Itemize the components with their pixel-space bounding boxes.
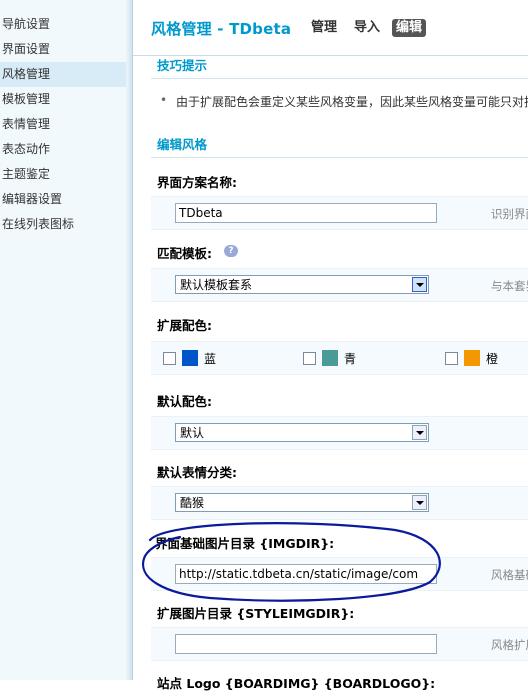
page-header: 风格管理 - TDbeta 管理 导入 编辑 — [133, 0, 528, 56]
ext-color-option-cyan: 青 — [303, 350, 356, 366]
styleimgdir-hint: 风格扩展图 — [491, 638, 528, 652]
chevron-down-icon[interactable] — [412, 425, 427, 440]
styleimgdir-label: 扩展图片目录 {STYLEIMGDIR}: — [157, 606, 355, 621]
color-swatch-blue — [182, 350, 198, 366]
default-color-label: 默认配色: — [157, 394, 212, 409]
smiley-category-label: 默认表情分类: — [157, 465, 237, 480]
sidebar-item-nav-settings[interactable]: 导航设置 — [0, 12, 126, 37]
scheme-name-input[interactable]: TDbeta — [175, 203, 437, 223]
sidebar-item-thread-stamp[interactable]: 主题鉴定 — [0, 162, 126, 187]
edit-style-heading: 编辑风格 — [151, 132, 528, 158]
scheme-name-hint: 识别界面风 — [491, 207, 528, 221]
sidebar-item-ui-settings[interactable]: 界面设置 — [0, 37, 126, 62]
imgdir-row: http://static.tdbeta.cn/static/image/com… — [151, 557, 528, 591]
help-icon[interactable]: ? — [224, 245, 238, 257]
template-hint: 与本套界面 — [491, 279, 528, 293]
template-select-value: 默认模板套系 — [180, 278, 253, 292]
color-swatch-orange — [464, 350, 480, 366]
imgdir-input[interactable]: http://static.tdbeta.cn/static/image/com — [175, 564, 437, 584]
template-row: 默认模板套系 与本套界面 — [151, 268, 528, 302]
sidebar-item-click-actions[interactable]: 表态动作 — [0, 137, 126, 162]
ext-colors-label: 扩展配色: — [157, 318, 212, 333]
bullet-icon: • — [160, 93, 168, 107]
page-title: 风格管理 - TDbeta — [151, 20, 292, 38]
logo-label: 站点 Logo {BOARDIMG} {BOARDLOGO}: — [157, 676, 436, 691]
ext-color-name-orange: 橙 — [486, 351, 499, 366]
ext-color-name-cyan: 青 — [344, 351, 357, 366]
chevron-down-icon[interactable] — [412, 495, 427, 510]
ext-color-option-orange: 橙 — [445, 350, 498, 366]
sidebar-item-template-manage[interactable]: 模板管理 — [0, 87, 126, 112]
default-color-row: 默认 — [151, 416, 528, 450]
template-label: 匹配模板: — [157, 246, 212, 261]
default-color-select[interactable]: 默认 — [175, 423, 429, 442]
styleimgdir-input[interactable] — [175, 634, 437, 654]
sidebar-item-smiley-manage[interactable]: 表情管理 — [0, 112, 126, 137]
scheme-name-row: TDbeta 识别界面风 — [151, 196, 528, 230]
default-color-select-value: 默认 — [180, 426, 205, 440]
smiley-category-select[interactable]: 酷猴 — [175, 493, 429, 512]
sidebar-item-editor-settings[interactable]: 编辑器设置 — [0, 187, 126, 212]
smiley-category-row: 酷猴 — [151, 486, 528, 520]
tip-text: 由于扩展配色会重定义某些风格变量，因此某些风格变量可能只对扩 — [176, 95, 528, 109]
sidebar-item-online-icons[interactable]: 在线列表图标 — [0, 212, 126, 237]
template-select[interactable]: 默认模板套系 — [175, 275, 429, 294]
imgdir-label: 界面基础图片目录 {IMGDIR}: — [155, 536, 335, 551]
styleimgdir-row: 风格扩展图 — [151, 627, 528, 661]
ext-colors-row: 蓝 青 橙 — [151, 341, 528, 375]
smiley-category-select-value: 酷猴 — [180, 496, 205, 510]
chevron-down-icon[interactable] — [412, 277, 427, 292]
ext-color-checkbox-orange[interactable] — [445, 351, 458, 365]
tab-import[interactable]: 导入 — [354, 19, 380, 37]
tab-manage[interactable]: 管理 — [311, 19, 337, 37]
sidebar: 导航设置 界面设置 风格管理 模板管理 表情管理 表态动作 主题鉴定 编辑器设置… — [0, 0, 126, 680]
tips-heading: 技巧提示 — [151, 53, 528, 79]
main-panel: 风格管理 - TDbeta 管理 导入 编辑 技巧提示 • 由于扩展配色会重定义… — [133, 0, 528, 691]
tab-edit[interactable]: 编辑 — [392, 19, 427, 37]
ext-color-checkbox-blue[interactable] — [163, 351, 176, 365]
imgdir-hint: 风格基础图 — [491, 568, 528, 582]
sidebar-divider[interactable] — [126, 0, 133, 680]
ext-color-option-blue: 蓝 — [163, 350, 216, 366]
scheme-name-label: 界面方案名称: — [157, 175, 237, 190]
ext-color-checkbox-cyan[interactable] — [303, 351, 316, 365]
color-swatch-cyan — [322, 350, 338, 366]
ext-color-name-blue: 蓝 — [204, 351, 217, 366]
sidebar-item-style-manage[interactable]: 风格管理 — [0, 62, 126, 87]
